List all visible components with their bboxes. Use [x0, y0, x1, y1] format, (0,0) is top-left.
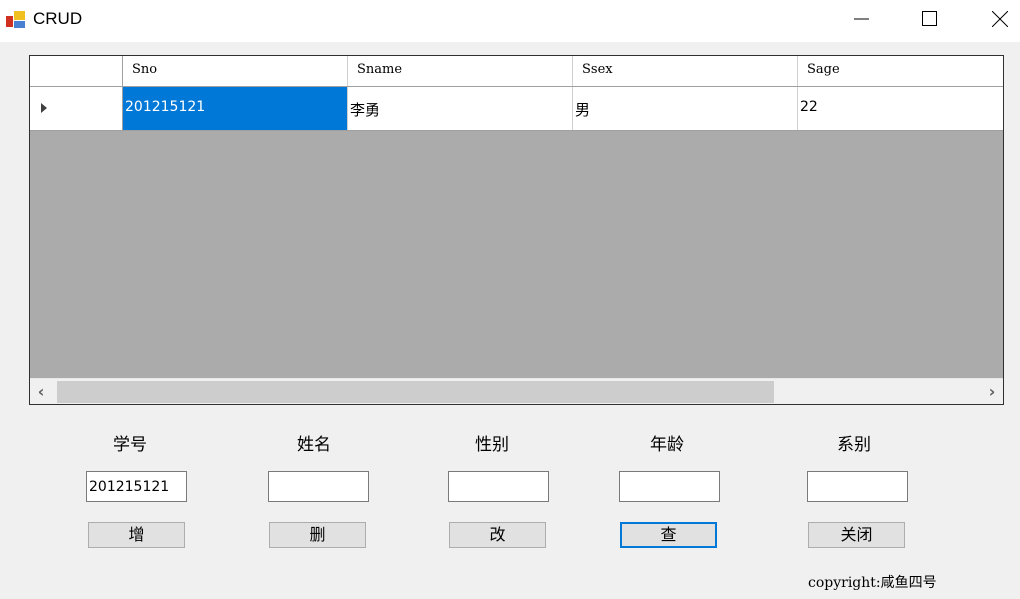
sno-input[interactable] — [86, 471, 187, 502]
query-button[interactable]: 查 — [620, 522, 717, 548]
column-header-sname[interactable]: Sname — [348, 56, 573, 86]
add-button[interactable]: 增 — [88, 522, 185, 548]
label-ssex: 性别 — [475, 435, 509, 455]
sdept-input[interactable] — [807, 471, 908, 502]
triangle-right-icon — [41, 103, 47, 113]
update-button[interactable]: 改 — [449, 522, 546, 548]
close-icon — [992, 11, 1008, 27]
horizontal-scrollbar[interactable]: ‹ › — [30, 378, 1003, 404]
label-sno: 学号 — [113, 435, 147, 455]
table-row[interactable]: 201215121 李勇 男 22 — [30, 87, 1003, 131]
scrollbar-thumb[interactable] — [57, 381, 774, 403]
maximize-icon — [922, 11, 937, 26]
window-title: CRUD — [33, 9, 83, 28]
minimize-button[interactable] — [839, 0, 885, 38]
close-form-button[interactable]: 关闭 — [808, 522, 905, 548]
copyright-label: copyright:咸鱼四号 — [808, 575, 937, 591]
cell-sname[interactable]: 李勇 — [348, 87, 573, 130]
delete-button[interactable]: 删 — [269, 522, 366, 548]
maximize-button[interactable] — [907, 0, 953, 38]
column-header-sno[interactable]: Sno — [123, 56, 348, 86]
scroll-right-icon[interactable]: › — [981, 379, 1003, 404]
header-corner — [30, 56, 123, 86]
students-data-grid[interactable]: Sno Sname Ssex Sage 201215121 李勇 男 22 ‹ … — [29, 55, 1004, 405]
scroll-left-icon[interactable]: ‹ — [30, 379, 52, 404]
ssex-input[interactable] — [448, 471, 549, 502]
sname-input[interactable] — [268, 471, 369, 502]
minimize-icon — [854, 18, 869, 20]
label-sage: 年龄 — [650, 435, 684, 455]
column-header-sage[interactable]: Sage — [798, 56, 1003, 86]
cell-sage[interactable]: 22 — [798, 87, 1003, 130]
close-button[interactable] — [977, 0, 1020, 38]
label-sdept: 系别 — [837, 435, 871, 455]
sage-input[interactable] — [619, 471, 720, 502]
label-sname: 姓名 — [297, 435, 331, 455]
cell-sno[interactable]: 201215121 — [123, 87, 348, 130]
app-form-icon — [6, 11, 25, 28]
column-header-ssex[interactable]: Ssex — [573, 56, 798, 86]
title-bar: CRUD — [0, 0, 1020, 42]
grid-header-row: Sno Sname Ssex Sage — [30, 56, 1003, 87]
cell-ssex[interactable]: 男 — [573, 87, 798, 130]
row-header[interactable] — [30, 87, 123, 130]
